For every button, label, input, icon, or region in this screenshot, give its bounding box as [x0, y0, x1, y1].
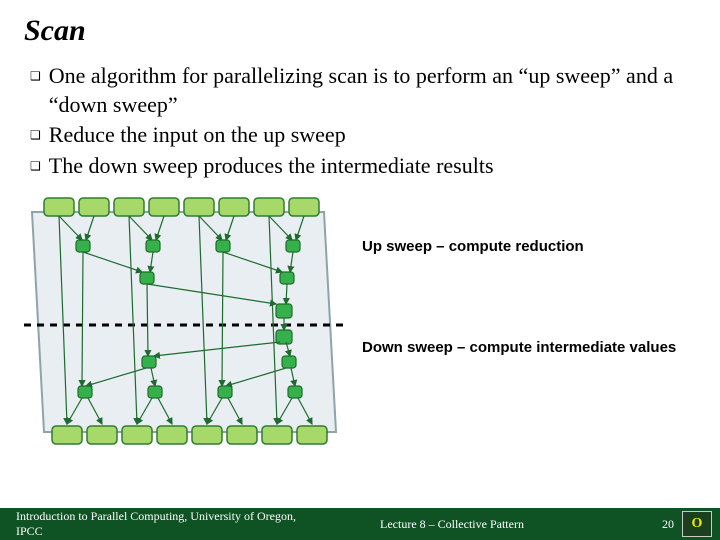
- bullet-item: ❑ One algorithm for parallelizing scan i…: [30, 62, 696, 119]
- slide-title: Scan: [24, 14, 696, 48]
- label-up-sweep: Up sweep – compute reduction: [362, 238, 696, 255]
- bullet-text: The down sweep produces the intermediate…: [49, 152, 696, 181]
- footer-center: Lecture 8 – Collective Pattern: [320, 517, 662, 532]
- bullet-text: Reduce the input on the up sweep: [49, 121, 696, 150]
- bullet-text: One algorithm for parallelizing scan is …: [49, 62, 696, 119]
- bullet-list: ❑ One algorithm for parallelizing scan i…: [30, 62, 696, 180]
- logo-letter: O: [692, 516, 703, 532]
- bullet-item: ❑ The down sweep produces the intermedia…: [30, 152, 696, 181]
- scan-diagram: [24, 190, 344, 450]
- footer-left: Introduction to Parallel Computing, Univ…: [0, 509, 320, 539]
- diagram-area: Up sweep – compute reduction Down sweep …: [24, 190, 696, 450]
- diagram-labels: Up sweep – compute reduction Down sweep …: [344, 190, 696, 356]
- slide: Scan ❑ One algorithm for parallelizing s…: [0, 0, 720, 540]
- uo-logo-icon: O: [682, 511, 712, 537]
- bullet-icon: ❑: [30, 69, 41, 85]
- footer-page: 20: [662, 517, 682, 532]
- bullet-icon: ❑: [30, 159, 41, 175]
- footer-bar: Introduction to Parallel Computing, Univ…: [0, 508, 720, 540]
- bullet-item: ❑ Reduce the input on the up sweep: [30, 121, 696, 150]
- label-down-sweep: Down sweep – compute intermediate values: [362, 339, 696, 356]
- bullet-icon: ❑: [30, 128, 41, 144]
